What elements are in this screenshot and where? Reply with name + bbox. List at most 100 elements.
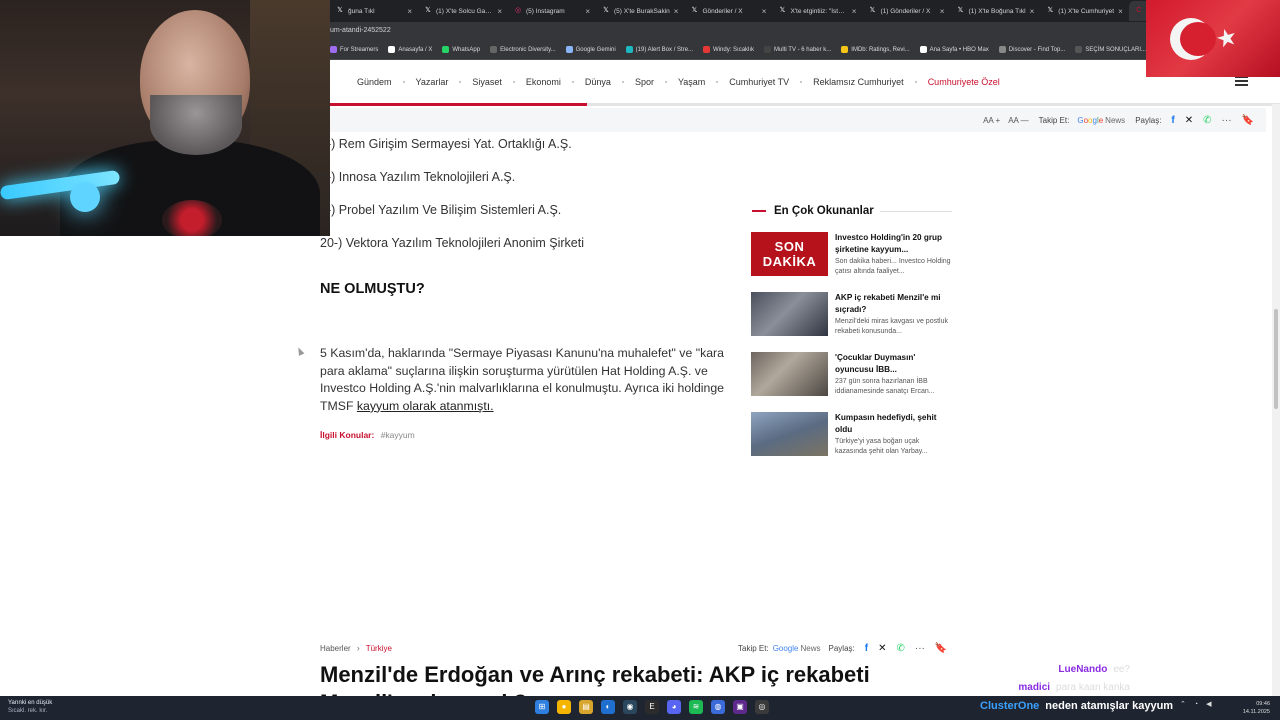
news-thumbnail[interactable] [751, 352, 828, 396]
page-scrollbar[interactable] [1272, 104, 1280, 696]
breadcrumb-section[interactable]: Türkiye [366, 644, 392, 653]
close-tab-icon[interactable]: × [762, 7, 767, 16]
chat-ticker: ClusterOne neden atamışlar kayyum [980, 700, 1173, 712]
more-icon[interactable]: ··· [1222, 115, 1232, 126]
most-read-item[interactable]: Kumpasın hedefiydi, şehit oldu Türkiye'y… [751, 412, 953, 456]
close-tab-icon[interactable]: × [585, 7, 590, 16]
bookmark-item[interactable]: Google Gemini [565, 46, 616, 53]
system-tray[interactable]: ⌃ ◔ ◀ [1180, 700, 1212, 709]
most-read-title[interactable]: Kumpasın hedefiydi, şehit oldu [835, 412, 953, 435]
browser-tab[interactable]: 𝕏 (1) X'te Solcu Gazet × [418, 1, 508, 21]
more-icon[interactable]: ··· [915, 643, 925, 654]
bookmark-item[interactable]: (19) Alert Box / Stre... [625, 46, 693, 53]
most-read-item[interactable]: 'Çocuklar Duymasın' oyuncusu İBB... 237 … [751, 352, 953, 396]
bookmark-item[interactable]: Electronic Diversity... [490, 46, 556, 53]
bookmark-item[interactable]: SEÇİM SONUÇLARI... [1075, 46, 1146, 53]
most-read-title[interactable]: AKP iç rekabeti Menzil'e mi sıçradı? [835, 292, 953, 315]
browser-tab[interactable]: 𝕏 (1) Gönderiler / X × [862, 1, 950, 21]
bookmark-item[interactable]: WhatsApp [442, 46, 480, 53]
news-thumbnail[interactable] [751, 292, 828, 336]
font-decrease-button[interactable]: AA + [983, 116, 1000, 125]
nav-item[interactable]: Cumhuriyet TV [729, 77, 789, 87]
bookmark-item[interactable]: Discover - Find Top... [998, 46, 1065, 53]
browser-tab[interactable]: 𝕏 Gönderiler / X × [684, 1, 772, 21]
related-tag[interactable]: #kayyum [381, 430, 415, 440]
menu-icon[interactable] [1235, 76, 1248, 86]
most-read-item[interactable]: SON DAKİKA Investco Holding'in 20 grup şi… [751, 232, 953, 276]
address-url[interactable]: um-atandi-2452522 [330, 27, 391, 34]
chevron-up-icon[interactable]: ⌃ [1180, 700, 1186, 708]
bookmark-label: WhatsApp [452, 46, 481, 53]
network-icon[interactable]: ◔ [1194, 701, 1198, 708]
kayyum-link[interactable]: kayyum olarak atanmıştı. [357, 399, 494, 413]
bookmark-item[interactable]: For Streamers [330, 46, 378, 53]
clock[interactable]: 09:46 14.11.2025 [1238, 700, 1270, 716]
file-explorer-icon[interactable]: ▤ [579, 700, 593, 714]
nav-item[interactable]: Spor [635, 77, 654, 87]
edge-icon[interactable]: ◐ [601, 700, 615, 714]
discord-icon[interactable]: ◕ [667, 700, 681, 714]
whatsapp-icon[interactable]: ✆ [896, 643, 904, 654]
facebook-icon[interactable]: f [865, 643, 868, 654]
speaker-icon[interactable]: ◀ [1206, 700, 1211, 708]
whatsapp-icon[interactable]: ✆ [1203, 115, 1211, 126]
tab-label: (1) X'te Boğuna Tıkl [968, 7, 1026, 15]
browser-tab[interactable]: 𝕏ğuna Tıkl × [330, 1, 418, 21]
most-read-item[interactable]: AKP iç rekabeti Menzil'e mi sıçradı? Men… [751, 292, 953, 336]
nav-item[interactable]: Yazarlar [416, 77, 449, 87]
close-tab-icon[interactable]: × [852, 7, 857, 16]
bookmark-item[interactable]: Anasayfa / X [388, 46, 432, 53]
browser-tab[interactable]: 𝕏 X'te etgintiiz: "İstanb × [772, 1, 862, 21]
weather-widget[interactable]: Yarınki en düşük Sıcakl. rek. kır. [8, 699, 52, 715]
most-read-title[interactable]: 'Çocuklar Duymasın' oyuncusu İBB... [835, 352, 953, 375]
son-dakika-thumbnail[interactable]: SON DAKİKA [751, 232, 828, 276]
chat-user: LueNando [1058, 664, 1108, 675]
share-label: Paylaş: [1135, 115, 1162, 125]
browser-tab[interactable]: 𝕏 (5) X'te BurakSakin × [596, 1, 684, 21]
nav-item[interactable]: Reklamsız Cumhuriyet [813, 77, 904, 87]
nav-item[interactable]: Siyaset [472, 77, 502, 87]
bookmark-icon [919, 46, 927, 53]
nav-item-special[interactable]: Cumhuriyete Özel [928, 77, 1000, 87]
spotify-icon[interactable]: ≋ [689, 700, 703, 714]
nav-item[interactable]: Dünya [585, 77, 611, 87]
x-logo-icon: 𝕏 [603, 7, 609, 14]
news-thumbnail[interactable] [751, 412, 828, 456]
most-read-title[interactable]: Investco Holding'in 20 grup şirketine ka… [835, 232, 953, 255]
weather-line-1: Yarınki en düşük [8, 700, 53, 706]
obs-icon[interactable]: ◎ [755, 700, 769, 714]
close-tab-icon[interactable]: × [1118, 7, 1123, 16]
nav-item[interactable]: Gündem [357, 77, 392, 87]
close-tab-icon[interactable]: × [407, 7, 412, 16]
bookmark-label: Ana Sayfa • HBO Max [929, 46, 989, 53]
facebook-icon[interactable]: f [1171, 115, 1174, 126]
nav-item[interactable]: Yaşam [678, 77, 705, 87]
browser-tab[interactable]: 𝕏 (1) X'te Boğuna Tıkl × [950, 1, 1040, 21]
nav-item[interactable]: Ekonomi [526, 77, 561, 87]
bookmark-icon[interactable]: 🔖 [1242, 115, 1254, 126]
chrome-icon[interactable]: ● [557, 700, 571, 714]
bookmark-item[interactable]: Multi TV - 6 haber k... [764, 46, 831, 53]
close-tab-icon[interactable]: × [497, 7, 502, 16]
bookmark-item[interactable]: IMDb: Ratings, Revi... [841, 46, 910, 53]
scrollbar-thumb[interactable] [1274, 309, 1278, 409]
google-news-button[interactable]: Google News [773, 644, 821, 653]
stream-app-icon[interactable]: ▣ [733, 700, 747, 714]
bookmark-icon[interactable]: 🔖 [935, 643, 947, 654]
google-news-button[interactable]: Google News [1077, 116, 1125, 125]
bookmark-item[interactable]: Windy: Sıcaklık [703, 46, 754, 53]
browser-tab[interactable]: 𝕏 (1) X'te Cumhuriyet × [1040, 1, 1128, 21]
font-increase-button[interactable]: AA — [1008, 116, 1028, 125]
epic-games-icon[interactable]: E [645, 700, 659, 714]
close-tab-icon[interactable]: × [1030, 7, 1035, 16]
x-icon[interactable]: ✕ [1185, 115, 1193, 126]
windows-start-icon[interactable]: ⊞ [535, 700, 549, 714]
breadcrumb-home[interactable]: Haberler [320, 644, 351, 653]
bookmark-item[interactable]: Ana Sayfa • HBO Max [919, 46, 989, 53]
app-icon[interactable]: ◍ [711, 700, 725, 714]
close-tab-icon[interactable]: × [940, 7, 945, 16]
close-tab-icon[interactable]: × [674, 7, 679, 16]
steam-icon[interactable]: ◉ [623, 700, 637, 714]
x-icon[interactable]: ✕ [878, 643, 886, 654]
browser-tab[interactable]: ◎ (5) Instagram × [508, 1, 596, 21]
